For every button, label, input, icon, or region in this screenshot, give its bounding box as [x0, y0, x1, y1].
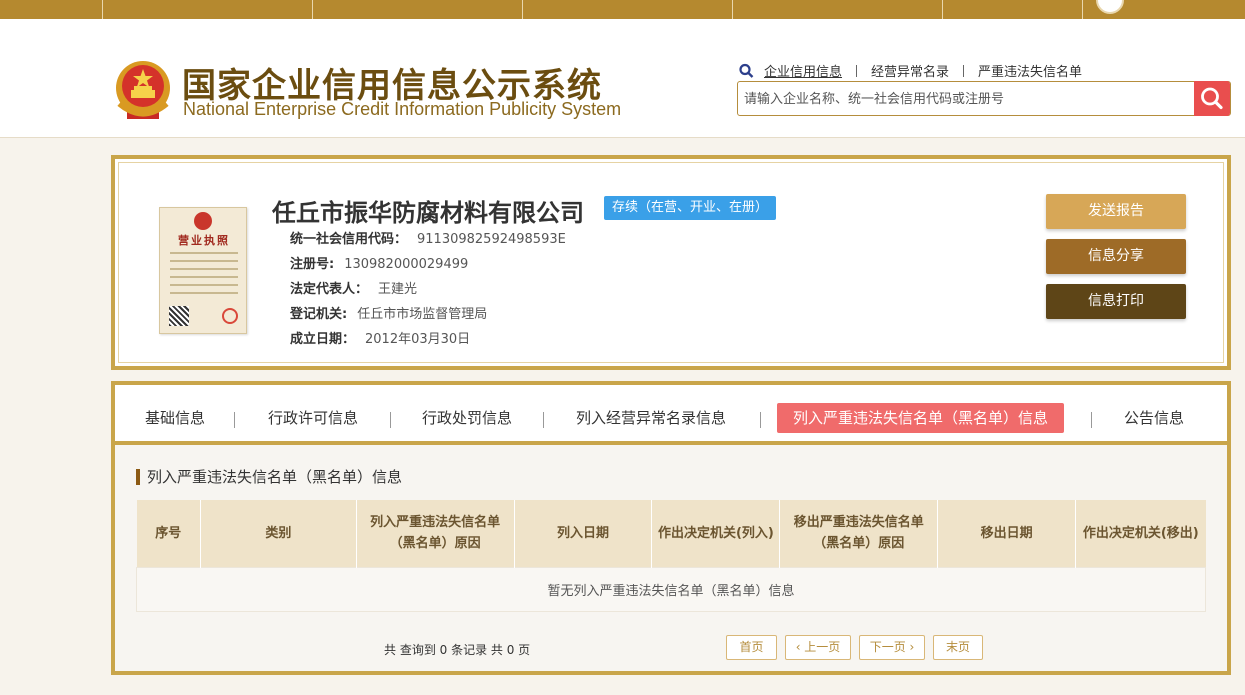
column-header: 类别: [200, 500, 357, 567]
quick-links: 企业信用信息 经营异常名录 严重违法失信名单: [738, 61, 1082, 80]
nav-segment[interactable]: [102, 0, 312, 19]
site-title-en: National Enterprise Credit Information P…: [183, 99, 622, 119]
search-icon: [1201, 87, 1223, 110]
site-header: 国家企业信用信息公示系统 National Enterprise Credit …: [0, 19, 1245, 138]
column-header: 移出日期: [937, 500, 1077, 567]
nav-segment[interactable]: [522, 0, 732, 19]
field-founded-date: 成立日期： 2012年03月30日: [290, 327, 566, 352]
seal-icon: [222, 308, 238, 324]
license-title: 营业执照: [178, 234, 230, 247]
column-header: 列入严重违法失信名单（黑名单）原因: [356, 500, 515, 567]
tab-divider: [543, 412, 544, 428]
nav-segment[interactable]: [732, 0, 942, 19]
section-title: 列入严重违法失信名单（黑名单）信息: [136, 469, 402, 485]
tab-announcement[interactable]: 公告信息: [1124, 403, 1184, 433]
field-reg-authority: 登记机关: 任丘市市场监督管理局: [290, 302, 566, 327]
field-value: 91130982592498593E: [417, 232, 566, 247]
field-credit-code: 统一社会信用代码： 91130982592498593E: [290, 227, 566, 252]
top-navigation-bar: [0, 0, 1245, 19]
business-license-thumbnail[interactable]: 营业执照: [159, 207, 247, 334]
license-emblem-icon: [194, 212, 212, 230]
prev-page-button[interactable]: ‹ 上一页: [785, 635, 851, 660]
status-badge: 存续（在营、开业、在册）: [604, 196, 777, 220]
company-name: 任丘市振华防腐材料有限公司: [272, 199, 584, 227]
license-text-lines: [170, 252, 238, 300]
search-icon: [739, 63, 754, 78]
empty-message: 暂无列入严重违法失信名单（黑名单）信息: [136, 566, 1206, 612]
search-box: [737, 81, 1231, 116]
column-header: 序号: [136, 500, 201, 567]
field-value: 任丘市市场监督管理局: [357, 307, 488, 322]
tab-divider: [234, 412, 235, 428]
last-page-button[interactable]: 末页: [933, 635, 983, 660]
info-panel: 基础信息 行政许可信息 行政处罚信息 列入经营异常名录信息 列入严重违法失信名单…: [111, 381, 1231, 675]
nav-segment[interactable]: [942, 0, 1082, 19]
pagination-info: 共 查询到 0 条记录 共 0 页: [384, 643, 531, 657]
link-enterprise-credit[interactable]: 企业信用信息: [764, 61, 842, 80]
qr-code-icon: [169, 306, 189, 326]
table-row: 暂无列入严重违法失信名单（黑名单）信息: [136, 566, 1206, 612]
search-input[interactable]: [744, 89, 1184, 109]
column-header: 作出决定机关(移出): [1075, 500, 1206, 567]
field-value: 王建光: [378, 282, 418, 297]
field-label: 成立日期：: [290, 332, 356, 347]
tab-admin-license[interactable]: 行政许可信息: [268, 403, 358, 433]
first-page-button[interactable]: 首页: [726, 635, 777, 660]
search-button[interactable]: [1194, 81, 1230, 116]
divider: [856, 64, 858, 77]
field-label: 统一社会信用代码：: [290, 232, 408, 247]
national-emblem-icon: [116, 61, 170, 119]
nav-segment[interactable]: [312, 0, 522, 19]
field-value: 130982000029499: [344, 257, 469, 272]
link-blacklist[interactable]: 严重违法失信名单: [978, 61, 1082, 80]
share-info-button[interactable]: 信息分享: [1046, 239, 1186, 274]
divider: [963, 64, 965, 77]
print-info-button[interactable]: 信息打印: [1046, 284, 1186, 319]
tab-abnormal-list[interactable]: 列入经营异常名录信息: [576, 403, 726, 433]
send-report-button[interactable]: 发送报告: [1046, 194, 1186, 229]
tab-blacklist[interactable]: 列入严重违法失信名单（黑名单）信息: [777, 403, 1065, 433]
tab-admin-penalty[interactable]: 行政处罚信息: [422, 403, 512, 433]
field-label: 注册号:: [290, 257, 335, 272]
field-label: 法定代表人：: [290, 282, 369, 297]
tab-content: 列入严重违法失信名单（黑名单）信息 序号 类别 列入严重违法失信名单（黑名单）原…: [115, 445, 1227, 671]
tab-bar: 基础信息 行政许可信息 行政处罚信息 列入经营异常名录信息 列入严重违法失信名单…: [115, 385, 1227, 445]
tab-divider: [1091, 412, 1092, 428]
tab-divider: [760, 412, 761, 428]
blacklist-table: 序号 类别 列入严重违法失信名单（黑名单）原因 列入日期 作出决定机关(列入) …: [136, 500, 1206, 612]
company-fields: 统一社会信用代码： 91130982592498593E 注册号: 13098200…: [290, 227, 566, 352]
column-header: 移出严重违法失信名单（黑名单）原因: [779, 500, 939, 567]
next-page-button[interactable]: 下一页 ›: [859, 635, 925, 660]
tab-basic-info[interactable]: 基础信息: [145, 403, 205, 433]
company-card: 营业执照 任丘市振华防腐材料有限公司 存续（在营、开业、在册） 统一社会信用代码…: [111, 155, 1231, 370]
column-header: 作出决定机关(列入): [651, 500, 781, 567]
field-value: 2012年03月30日: [365, 332, 471, 347]
table-header-row: 序号 类别 列入严重违法失信名单（黑名单）原因 列入日期 作出决定机关(列入) …: [136, 500, 1206, 567]
field-reg-number: 注册号: 130982000029499: [290, 252, 566, 277]
field-label: 登记机关:: [290, 307, 348, 322]
tab-divider: [390, 412, 391, 428]
field-legal-rep: 法定代表人： 王建光: [290, 277, 566, 302]
link-abnormal-list[interactable]: 经营异常名录: [871, 61, 949, 80]
column-header: 列入日期: [514, 500, 653, 567]
